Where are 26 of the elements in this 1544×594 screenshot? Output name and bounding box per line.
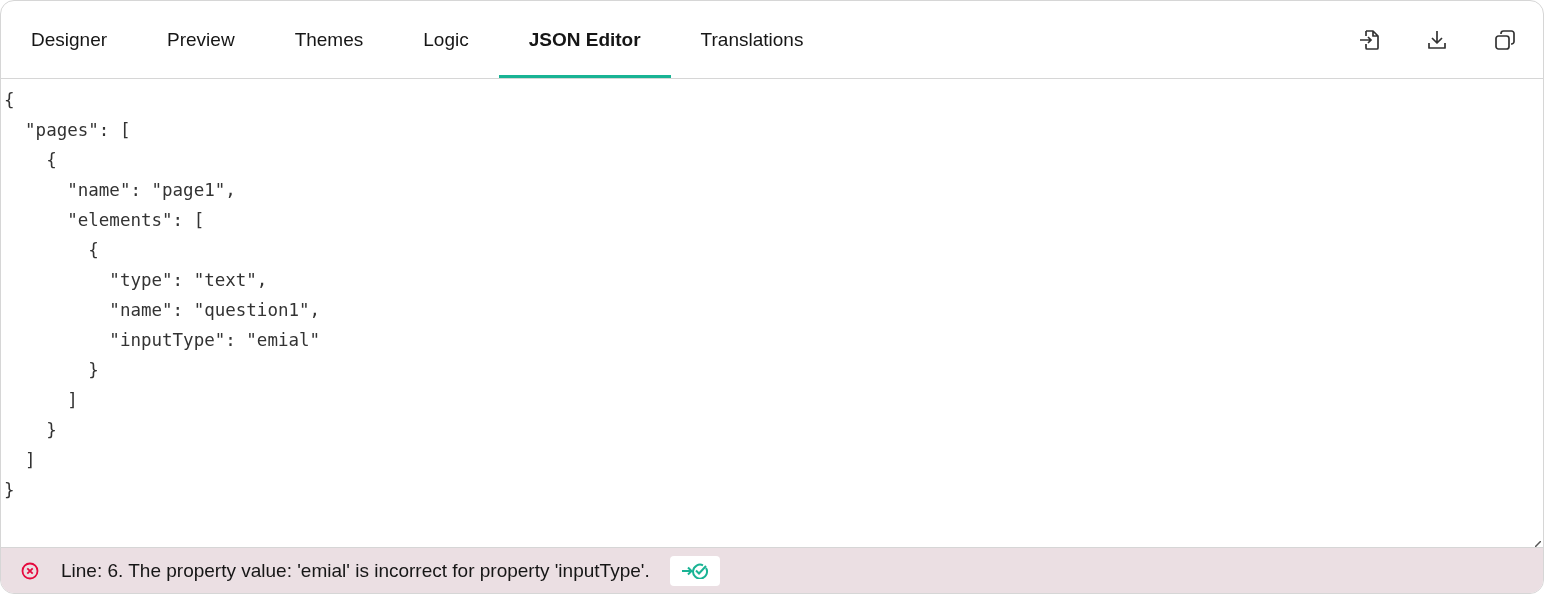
tab[interactable]: Preview [137, 1, 265, 78]
code-line: "type": "text", [108, 269, 269, 292]
code-editor[interactable]: { "pages": [ { "name": "page1", "elements": [ { "type": "text", "name": "question1", "inputType": "emial" } ] } ] } [1, 79, 1543, 547]
resize-handle-icon[interactable] [1535, 541, 1541, 547]
code-line: } [3, 479, 16, 502]
fix-button[interactable] [669, 555, 720, 586]
error-icon [21, 561, 39, 580]
error-message: Line: 6. The property value: 'emial' is incorrect for property 'inputType'. [61, 559, 650, 582]
tab[interactable]: Designer [1, 1, 138, 78]
code-line: "elements": [ [66, 209, 206, 232]
code-line: "name": "question1", [108, 299, 322, 322]
tab[interactable]: JSON Editor [498, 1, 671, 78]
code-line: { [87, 239, 100, 262]
tab[interactable]: Themes [264, 1, 394, 78]
tab[interactable]: Logic [393, 1, 499, 78]
code-line: "inputType": "emial" [108, 329, 322, 352]
code-line: "name": "page1", [66, 179, 237, 202]
code-line: } [87, 359, 100, 382]
code-line: { [3, 89, 16, 112]
code-line: { [45, 149, 58, 172]
code-line: ] [66, 389, 79, 412]
code-line: } [45, 419, 58, 442]
code-line: ] [24, 449, 37, 472]
code-line: "pages": [ [24, 119, 132, 142]
tab[interactable]: Translations [670, 1, 834, 78]
arrow-check-icon [680, 562, 709, 579]
